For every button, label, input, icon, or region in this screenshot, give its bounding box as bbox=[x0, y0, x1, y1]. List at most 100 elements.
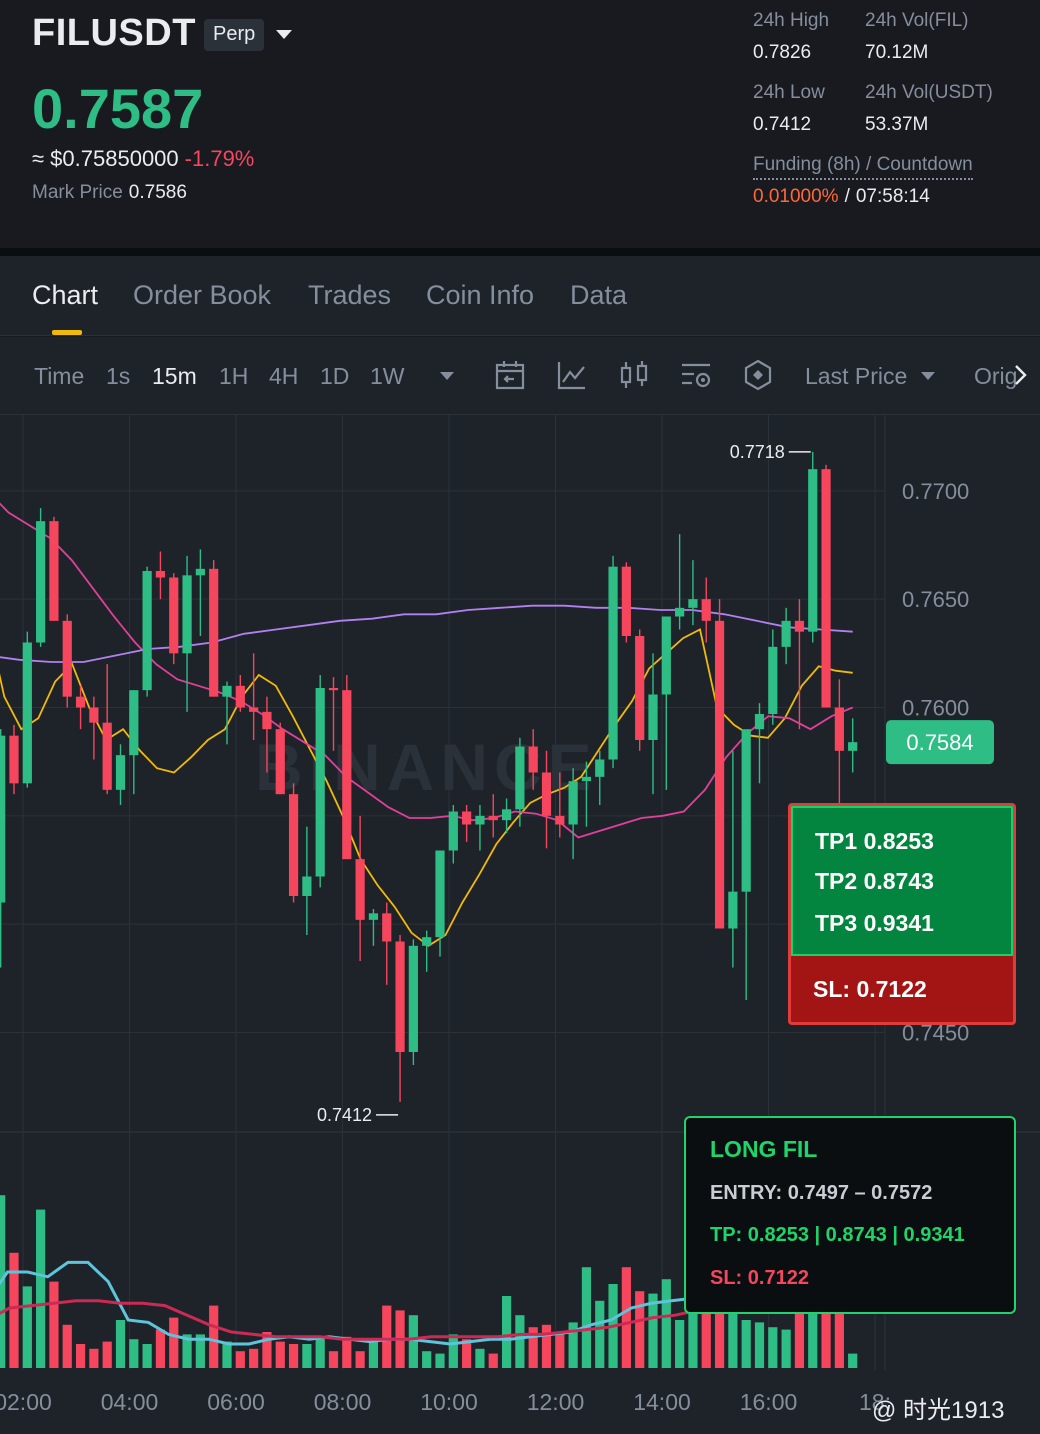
tp2-label: TP2 0.8743 bbox=[815, 868, 934, 894]
candle-down bbox=[555, 815, 565, 825]
candle-up bbox=[0, 735, 6, 903]
funding-label[interactable]: Funding (8h) / Countdown bbox=[753, 154, 973, 180]
indicator-settings-icon[interactable] bbox=[680, 359, 712, 391]
high-marker-label: 0.7718 bbox=[730, 442, 785, 462]
volume-bar bbox=[741, 1320, 751, 1368]
stat-label: 24h Vol(USDT) bbox=[865, 82, 993, 103]
volume-bar bbox=[169, 1317, 179, 1368]
interval-1s[interactable]: 1s bbox=[106, 363, 130, 390]
stat-label: 24h Vol(FIL) bbox=[865, 10, 969, 31]
section-divider bbox=[0, 248, 1040, 256]
time-label[interactable]: Time bbox=[34, 363, 84, 390]
volume-bar bbox=[9, 1252, 19, 1368]
take-profit-panel: TP1 0.8253 TP2 0.8743 TP3 0.9341 bbox=[791, 806, 1013, 956]
volume-bar bbox=[288, 1344, 299, 1368]
volume-bar bbox=[781, 1329, 791, 1368]
volume-bar bbox=[235, 1351, 245, 1368]
candle-up bbox=[315, 688, 325, 877]
tab-coin-info[interactable]: Coin Info bbox=[426, 280, 534, 311]
usd-price: ≈ $0.75850000 bbox=[32, 146, 179, 171]
interval-1d[interactable]: 1D bbox=[320, 363, 349, 390]
volume-bar bbox=[541, 1324, 552, 1368]
funding-countdown[interactable]: Funding (8h) / Countdown 0.01000%/07:58:… bbox=[753, 154, 973, 208]
trade-signal-card: LONG FIL ENTRY: 0.7497 – 0.7572 TP: 0.82… bbox=[684, 1116, 1016, 1314]
take-profit-stop-loss-box: TP1 0.8253 TP2 0.8743 TP3 0.9341 SL: 0.7… bbox=[788, 803, 1016, 1025]
candle-up bbox=[195, 568, 205, 576]
candle-down bbox=[488, 815, 498, 821]
candle-down bbox=[169, 577, 179, 654]
volume-bar bbox=[581, 1267, 592, 1368]
interval-15m[interactable]: 15m bbox=[152, 363, 197, 390]
interval-dropdown-icon[interactable] bbox=[440, 372, 454, 380]
tab-chart[interactable]: Chart bbox=[32, 280, 98, 311]
volume-bar bbox=[754, 1322, 765, 1368]
candle-down bbox=[209, 568, 219, 697]
depth-icon[interactable] bbox=[742, 359, 774, 391]
volume-bar bbox=[129, 1339, 139, 1368]
symbol-dropdown-icon[interactable] bbox=[276, 30, 292, 39]
line-chart-icon[interactable] bbox=[556, 359, 588, 391]
candle-up bbox=[688, 599, 698, 608]
candle-up bbox=[22, 642, 32, 784]
volume-bar bbox=[342, 1336, 352, 1368]
tab-bar: Chart Order Book Trades Coin Info Data bbox=[0, 256, 1040, 336]
funding-separator: / bbox=[844, 186, 850, 207]
candle-up bbox=[368, 913, 379, 920]
tab-data[interactable]: Data bbox=[570, 280, 627, 311]
candle-icon[interactable] bbox=[618, 359, 650, 391]
candle-down bbox=[701, 599, 711, 621]
price-type-dropdown-icon[interactable] bbox=[921, 372, 935, 380]
tab-order-book[interactable]: Order Book bbox=[133, 280, 271, 311]
candle-down bbox=[635, 636, 645, 740]
volume-bar bbox=[595, 1300, 605, 1368]
time-axis-label: 04:00 bbox=[101, 1389, 159, 1415]
price-type-select[interactable]: Last Price bbox=[805, 363, 907, 390]
stat-label: 24h Low bbox=[753, 82, 825, 103]
stat-value: 0.7826 bbox=[753, 42, 812, 63]
volume-bar bbox=[475, 1348, 485, 1368]
calendar-icon[interactable] bbox=[494, 359, 526, 391]
stat-value: 53.37M bbox=[865, 114, 929, 135]
stat-24h-vol-fil: 24h Vol(FIL) 70.12M bbox=[865, 10, 969, 64]
tab-trades[interactable]: Trades bbox=[308, 280, 391, 311]
volume-bar bbox=[408, 1315, 418, 1368]
volume-bar bbox=[621, 1267, 631, 1368]
candle-up bbox=[595, 759, 605, 777]
moving-average-lines bbox=[0, 502, 854, 947]
time-axis-label: 14:00 bbox=[633, 1389, 691, 1415]
stat-value: 0.7412 bbox=[753, 114, 812, 135]
interval-1h[interactable]: 1H bbox=[219, 363, 248, 390]
volume-bar bbox=[102, 1341, 112, 1368]
stat-24h-vol-usdt: 24h Vol(USDT) 53.37M bbox=[865, 82, 993, 136]
candle-up bbox=[754, 714, 765, 730]
volume-bar bbox=[142, 1344, 152, 1368]
candle-down bbox=[75, 696, 86, 708]
candle-up bbox=[568, 781, 578, 825]
chart-toolbar: Time 1s 15m 1H 4H 1D 1W Last Price Orig bbox=[0, 337, 1040, 415]
interval-4h[interactable]: 4H bbox=[269, 363, 298, 390]
tp3-label: TP3 0.9341 bbox=[815, 910, 934, 936]
candle-up bbox=[222, 685, 232, 697]
candle-down bbox=[62, 620, 72, 697]
usd-price-line: ≈ $0.75850000 -1.79% bbox=[32, 146, 254, 172]
candle-up bbox=[608, 566, 618, 760]
interval-1w[interactable]: 1W bbox=[370, 363, 405, 390]
volume-bar bbox=[675, 1320, 685, 1368]
candle-down bbox=[462, 811, 472, 825]
volume-bar bbox=[36, 1209, 46, 1368]
candle-down bbox=[102, 722, 112, 790]
active-tab-indicator bbox=[52, 330, 82, 335]
symbol-name[interactable]: FILUSDT bbox=[32, 12, 196, 55]
candle-down bbox=[342, 690, 352, 860]
mark-price-value: 0.7586 bbox=[128, 182, 187, 203]
chevron-right-icon[interactable] bbox=[1010, 359, 1032, 391]
volume-bar bbox=[302, 1344, 312, 1368]
candle-up bbox=[515, 746, 525, 810]
mark-price-line: Mark Price 0.7586 bbox=[32, 182, 187, 204]
candle-down bbox=[328, 688, 339, 691]
stat-24h-high: 24h High 0.7826 bbox=[753, 10, 829, 64]
candle-up bbox=[115, 755, 126, 790]
time-axis-label: 16:00 bbox=[740, 1389, 798, 1415]
volume-bar bbox=[155, 1329, 166, 1368]
change-percent: -1.79% bbox=[184, 146, 255, 171]
